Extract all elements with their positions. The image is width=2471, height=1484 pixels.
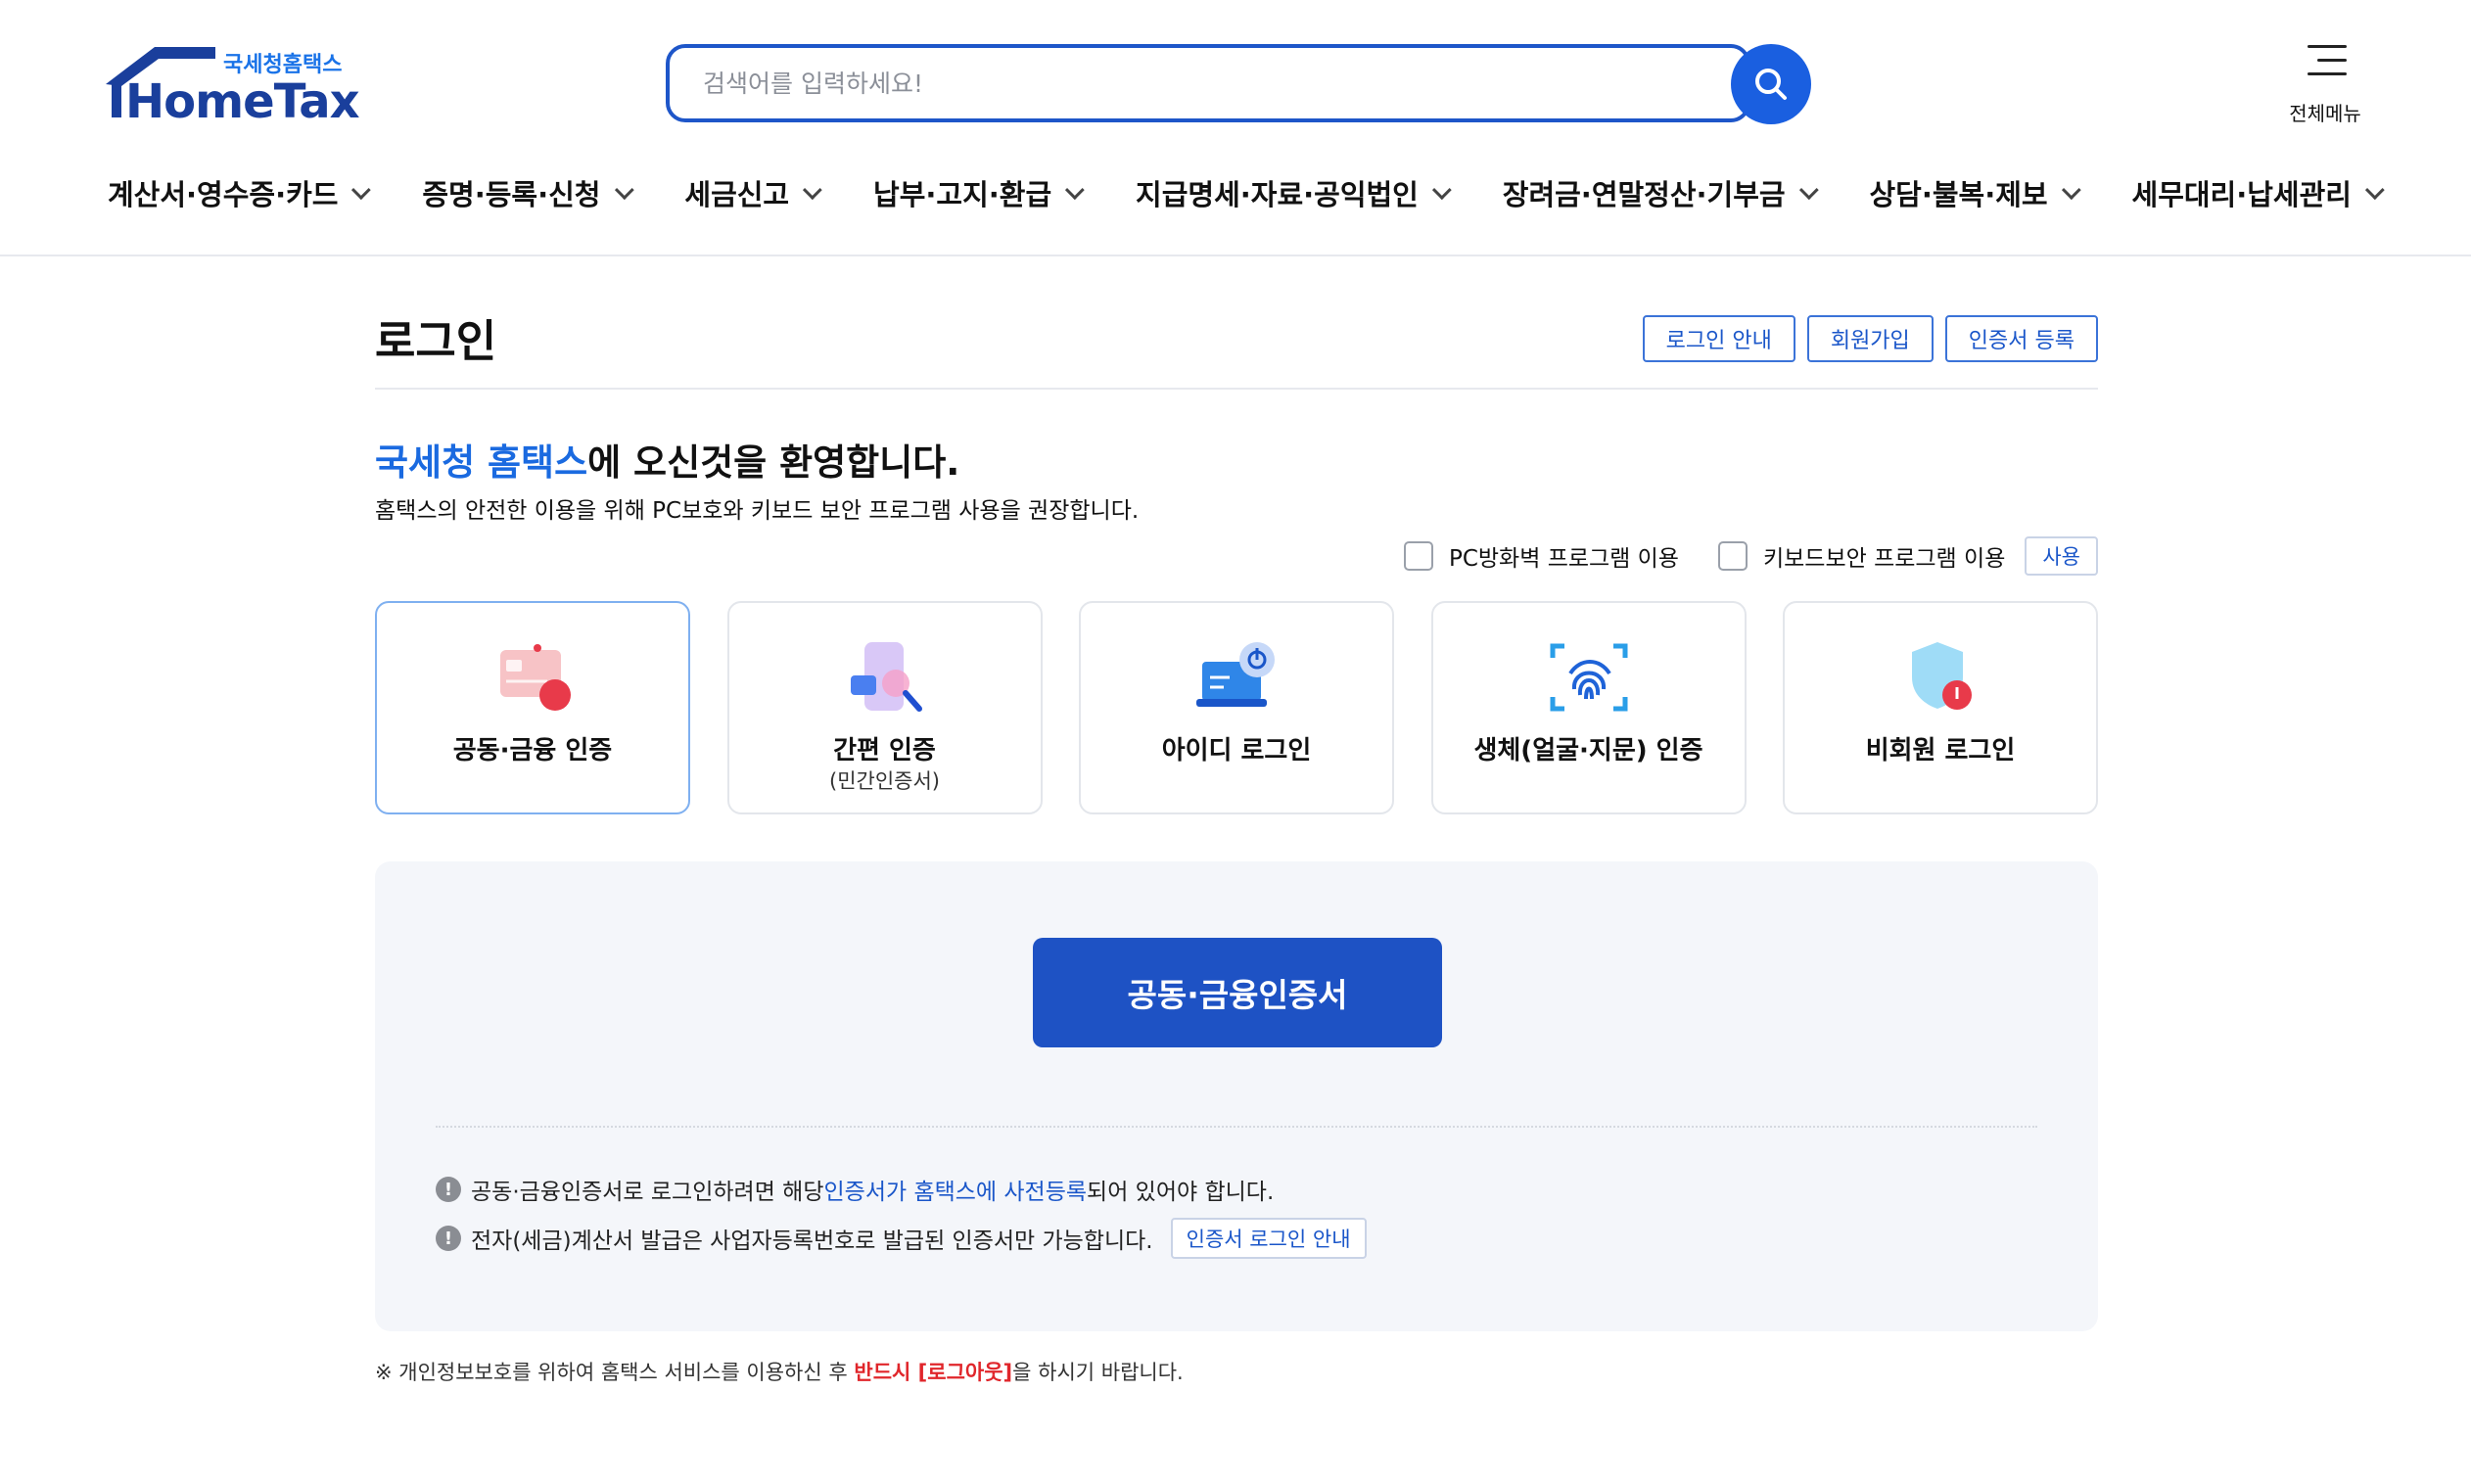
chevron-down-icon <box>351 180 372 201</box>
chevron-down-icon <box>614 180 634 201</box>
hamburger-icon <box>2304 43 2347 78</box>
nav-item-label: 세금신고 <box>684 178 790 211</box>
logo-wordmark: HomeTax <box>125 74 360 129</box>
all-menu-label: 전체메뉴 <box>2289 102 2361 125</box>
all-menu-button[interactable]: 전체메뉴 <box>2271 43 2379 131</box>
nav-item-payment[interactable]: 납부·고지·환급 <box>873 168 1085 217</box>
nav-item-label: 세무대리·납세관리 <box>2131 178 2352 211</box>
exclamation-icon: ! <box>436 1226 461 1251</box>
nav-item-label: 장려금·연말정산·기부금 <box>1502 178 1786 211</box>
card-id-login[interactable]: 아이디 로그인 <box>1079 601 1394 814</box>
notice-text: 공동·금융인증서로 로그인하려면 해당 <box>471 1180 824 1205</box>
use-button[interactable]: 사용 <box>2025 536 2098 576</box>
login-guide-button[interactable]: 로그인 안내 <box>1642 315 1795 362</box>
keyboard-security-option[interactable]: 키보드보안 프로그램 이용 <box>1717 539 2006 573</box>
card-non-member-login[interactable]: 비회원 로그인 <box>1783 601 2098 814</box>
card-joint-financial-cert[interactable]: 공동·금융 인증 <box>375 601 690 814</box>
exclamation-icon: ! <box>436 1177 461 1202</box>
divider <box>436 1126 2037 1128</box>
card-label: 아이디 로그인 <box>1161 736 1312 765</box>
logout-reminder: ※ 개인정보보호를 위하여 홈택스 서비스를 이용하신 후 반드시 [로그아웃]… <box>375 1357 1184 1386</box>
nav-item-consult[interactable]: 상담·불복·제보 <box>1869 168 2081 217</box>
nav-item-certificate[interactable]: 증명·등록·신청 <box>422 168 634 217</box>
notice-text: 전자(세금)계산서 발급은 사업자등록번호로 발급된 인증서만 가능합니다. <box>471 1229 1153 1254</box>
top-button-group: 로그인 안내 회원가입 인증서 등록 <box>1642 315 2098 362</box>
reminder-emphasis: 반드시 [로그아웃] <box>854 1361 1013 1384</box>
notice-business-cert: ! 전자(세금)계산서 발급은 사업자등록번호로 발급된 인증서만 가능합니다.… <box>436 1218 1367 1259</box>
card-sublabel: (민간인증서) <box>829 769 940 793</box>
reminder-text: ※ 개인정보보호를 위하여 홈택스 서비스를 이용하신 후 <box>375 1361 855 1384</box>
nav-item-label: 납부·고지·환급 <box>873 178 1052 211</box>
login-panel: 공동·금융인증서 ! 공동·금융인증서로 로그인하려면 해당 인증서가 홈택스에… <box>375 861 2098 1331</box>
cert-login-guide-button[interactable]: 인증서 로그인 안내 <box>1170 1218 1367 1259</box>
card-label: 간편 인증 <box>833 736 936 765</box>
chevron-down-icon <box>1798 180 1819 201</box>
welcome-heading: 국세청 홈택스에 오신것을 환영합니다. <box>375 433 959 486</box>
main-navigation: 계산서·영수증·카드 증명·등록·신청 세금신고 납부·고지·환급 지급명세·자… <box>108 168 2385 217</box>
card-label: 공동·금융 인증 <box>452 736 613 765</box>
welcome-subtext: 홈택스의 안전한 이용을 위해 PC보호와 키보드 보안 프로그램 사용을 권장… <box>375 498 1140 524</box>
chevron-down-icon <box>2364 180 2385 201</box>
search-input[interactable] <box>666 44 1750 122</box>
fingerprint-icon <box>1550 643 1627 712</box>
reminder-text-end: 을 하시기 바랍니다. <box>1012 1361 1184 1384</box>
nav-item-payment-statement[interactable]: 지급명세·자료·공익법인 <box>1136 168 1452 217</box>
nav-item-incentive[interactable]: 장려금·연말정산·기부금 <box>1502 168 1819 217</box>
notice-text-end: 되어 있어야 합니다. <box>1087 1180 1275 1205</box>
title-row: 로그인 로그인 안내 회원가입 인증서 등록 <box>375 305 2098 390</box>
notice-preregistration: ! 공동·금융인증서로 로그인하려면 해당 인증서가 홈택스에 사전등록 되어 있… <box>436 1173 1274 1206</box>
keyboard-security-checkbox[interactable] <box>1717 541 1748 571</box>
search-icon <box>1755 69 1787 100</box>
nav-item-label: 지급명세·자료·공익법인 <box>1136 178 1419 211</box>
firewall-label: PC방화벽 프로그램 이용 <box>1448 546 1679 572</box>
card-label: 비회원 로그인 <box>1865 736 2016 765</box>
joint-financial-cert-login-button[interactable]: 공동·금융인증서 <box>1033 938 1442 1047</box>
nav-item-label: 상담·불복·제보 <box>1869 178 2048 211</box>
page-title: 로그인 <box>375 315 497 367</box>
hometax-logo[interactable]: 국세청홈택스 HomeTax <box>106 43 360 131</box>
login-method-cards: 공동·금융 인증 간편 인증 (민간인증서) 아이디 로그인 생체(얼굴·지문)… <box>375 601 2098 814</box>
firewall-option[interactable]: PC방화벽 프로그램 이용 <box>1403 539 1679 573</box>
nav-item-invoice[interactable]: 계산서·영수증·카드 <box>108 168 372 217</box>
shield-icon <box>1912 642 1972 710</box>
chevron-down-icon <box>803 180 822 201</box>
preregistration-link[interactable]: 인증서가 홈택스에 사전등록 <box>824 1173 1088 1206</box>
nav-item-label: 증명·등록·신청 <box>422 178 601 211</box>
firewall-checkbox[interactable] <box>1403 541 1433 571</box>
chevron-down-icon <box>1431 180 1452 201</box>
laptop-power-icon <box>1196 642 1275 707</box>
nav-item-label: 계산서·영수증·카드 <box>108 178 339 211</box>
chevron-down-icon <box>1065 180 1085 201</box>
phone-search-icon <box>850 642 922 712</box>
welcome-text: 에 오신것을 환영합니다. <box>587 441 960 484</box>
nav-item-tax-report[interactable]: 세금신고 <box>684 168 822 217</box>
welcome-highlight: 국세청 홈택스 <box>375 441 588 484</box>
card-biometric-auth[interactable]: 생체(얼굴·지문) 인증 <box>1430 601 1747 814</box>
card-simple-auth[interactable]: 간편 인증 (민간인증서) <box>726 601 1043 814</box>
certificate-card-icon <box>500 644 571 711</box>
search-button[interactable] <box>1731 44 1811 124</box>
register-certificate-button[interactable]: 인증서 등록 <box>1944 315 2098 362</box>
card-label: 생체(얼굴·지문) 인증 <box>1473 736 1703 765</box>
security-options: PC방화벽 프로그램 이용 키보드보안 프로그램 이용 사용 <box>1403 536 2098 576</box>
chevron-down-icon <box>2061 180 2081 201</box>
keyboard-security-label: 키보드보안 프로그램 이용 <box>1762 546 2006 572</box>
site-header: 국세청홈택스 HomeTax 전체메뉴 계산서·영수증·카드 증명·등록·신청 … <box>0 0 2471 256</box>
signup-button[interactable]: 회원가입 <box>1806 315 1934 362</box>
search-bar <box>666 44 1811 124</box>
nav-item-tax-agent[interactable]: 세무대리·납세관리 <box>2131 168 2385 217</box>
